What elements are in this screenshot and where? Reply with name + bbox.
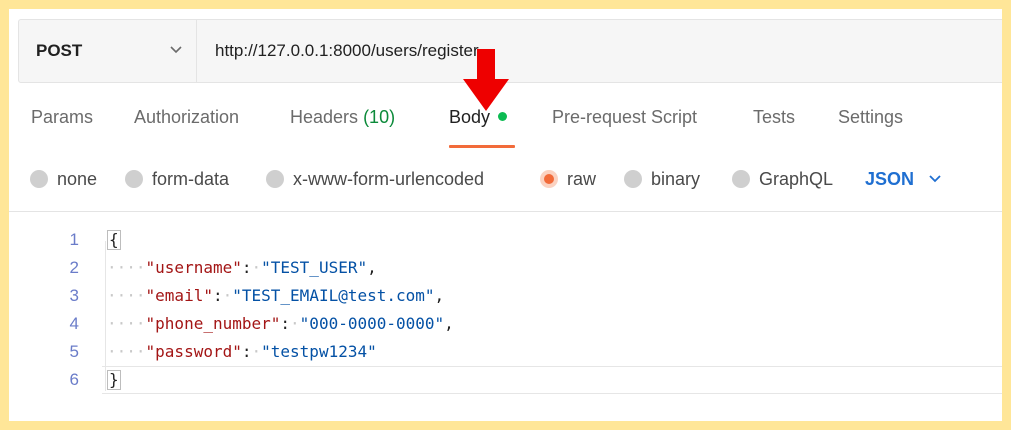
language-label: JSON xyxy=(865,168,915,189)
mode-binary[interactable]: binary xyxy=(624,167,700,191)
request-tabs: Params Authorization Headers (10) Body P… xyxy=(9,107,1002,157)
line-number: 5 xyxy=(69,342,79,361)
tab-tests[interactable]: Tests xyxy=(753,107,795,128)
tab-label: Params xyxy=(31,107,94,127)
mode-label: GraphQL xyxy=(759,168,834,189)
code-line: 2 ····"username":·"TEST_USER", xyxy=(9,254,1002,282)
mode-label: none xyxy=(57,168,98,189)
code-text: ····"phone_number":·"000-0000-0000", xyxy=(107,314,454,333)
tab-pre-request-script[interactable]: Pre-request Script xyxy=(552,107,697,128)
postman-request-panel: POST http://127.0.0.1:8000/users/registe… xyxy=(9,9,1002,421)
json-comma: , xyxy=(444,314,454,333)
method-dropdown[interactable]: POST xyxy=(19,20,197,82)
code-editor[interactable]: 1 { 2 ····"username":·"TEST_USER", 3 ···… xyxy=(9,226,1002,396)
chevron-down-icon xyxy=(170,46,182,54)
radio-checked-icon[interactable] xyxy=(540,170,558,188)
red-arrow-icon xyxy=(463,49,509,111)
radio-icon[interactable] xyxy=(30,170,48,188)
mode-raw[interactable]: raw xyxy=(540,167,596,191)
close-brace: } xyxy=(107,370,121,390)
mode-label: x-www-form-urlencoded xyxy=(293,168,485,189)
radio-icon[interactable] xyxy=(266,170,284,188)
line-number: 3 xyxy=(69,286,79,305)
line-number: 6 xyxy=(69,370,79,389)
body-active-dot xyxy=(498,112,508,121)
json-value: "000-0000-0000" xyxy=(299,314,445,333)
active-tab-underline xyxy=(449,145,515,148)
method-label: POST xyxy=(36,41,83,60)
code-line: 5 ····"password":·"testpw1234" xyxy=(9,338,1002,366)
json-comma: , xyxy=(367,258,377,277)
json-value: "TEST_USER" xyxy=(261,258,368,277)
code-text: ····"password":·"testpw1234" xyxy=(107,342,377,361)
json-key: "username" xyxy=(145,258,242,277)
chevron-down-icon xyxy=(929,175,941,183)
url-input[interactable]: http://127.0.0.1:8000/users/register xyxy=(215,41,479,61)
radio-icon[interactable] xyxy=(125,170,143,188)
line-number: 2 xyxy=(69,258,79,277)
mode-form-data[interactable]: form-data xyxy=(125,167,229,191)
line-number: 1 xyxy=(69,230,79,249)
mode-none[interactable]: none xyxy=(30,167,97,191)
code-line: 3 ····"email":·"TEST_EMAIL@test.com", xyxy=(9,282,1002,310)
json-comma: , xyxy=(434,286,445,305)
language-dropdown[interactable]: JSON xyxy=(865,167,942,191)
radio-icon[interactable] xyxy=(732,170,750,188)
radio-icon[interactable] xyxy=(624,170,642,188)
tab-params[interactable]: Params xyxy=(31,107,93,128)
tab-label: Tests xyxy=(753,107,796,127)
code-line: 6 } xyxy=(9,366,1002,394)
code-text: ····"email":·"TEST_EMAIL@test.com", xyxy=(107,286,445,305)
tab-label: Pre-request Script xyxy=(552,107,698,127)
json-value: "TEST_EMAIL@test.com" xyxy=(232,286,435,305)
mode-label: raw xyxy=(567,168,597,189)
tab-settings[interactable]: Settings xyxy=(838,107,903,128)
json-value: "testpw1234" xyxy=(261,342,377,361)
body-mode-selector: none form-data x-www-form-urlencoded raw… xyxy=(9,167,1002,197)
json-key: "password" xyxy=(145,342,242,361)
tab-label: Headers xyxy=(290,107,359,127)
open-brace: { xyxy=(107,230,121,250)
json-key: "email" xyxy=(145,286,213,305)
mode-label: binary xyxy=(651,168,701,189)
code-line: 1 { xyxy=(9,226,1002,254)
code-text: } xyxy=(107,366,121,394)
code-text: ····"username":·"TEST_USER", xyxy=(107,258,377,277)
editor-divider xyxy=(9,211,1002,212)
tab-label: Settings xyxy=(838,107,904,127)
mode-label: form-data xyxy=(152,168,230,189)
headers-count: (10) xyxy=(363,107,396,127)
code-text: { xyxy=(107,226,121,254)
tab-authorization[interactable]: Authorization xyxy=(134,107,239,128)
code-line: 4 ····"phone_number":·"000-0000-0000", xyxy=(9,310,1002,338)
json-key: "phone_number" xyxy=(145,314,281,333)
tab-label: Authorization xyxy=(134,107,240,127)
line-number: 4 xyxy=(69,314,79,333)
mode-x-www-form-urlencoded[interactable]: x-www-form-urlencoded xyxy=(266,167,484,191)
mode-graphql[interactable]: GraphQL xyxy=(732,167,833,191)
tab-headers[interactable]: Headers (10) xyxy=(290,107,395,128)
